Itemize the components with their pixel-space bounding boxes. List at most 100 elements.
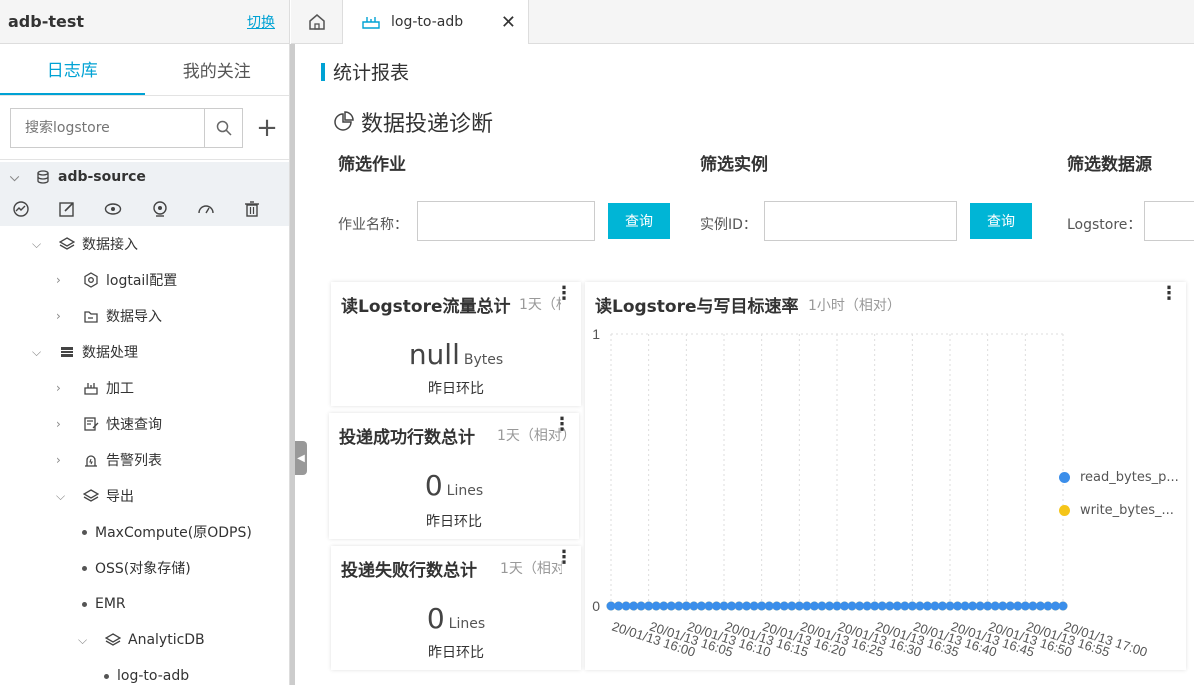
section-title-text: 统计报表 — [333, 62, 410, 84]
legend-swatch — [1059, 472, 1070, 483]
chevron-down-icon[interactable]: ⌵ — [32, 345, 46, 360]
card-compare: 昨日环比 — [428, 381, 484, 397]
tree-item-maxcompute[interactable]: MaxCompute(原ODPS) — [0, 514, 289, 550]
tree-item-oss[interactable]: OSS(对象存储) — [0, 550, 289, 586]
more-icon[interactable]: ⋮ — [555, 285, 573, 303]
layers-icon — [82, 488, 100, 504]
tree-item-logtail[interactable]: › logtail配置 — [0, 262, 289, 298]
chevron-right-icon[interactable]: › — [56, 381, 70, 395]
tree-item-label: logtail配置 — [106, 273, 178, 289]
card-title: 投递失败行数总计 — [341, 561, 477, 581]
eye-icon[interactable] — [104, 197, 150, 221]
card-value-number: null — [408, 338, 460, 371]
tree-item-data-processing[interactable]: ⌵ 数据处理 — [0, 334, 289, 370]
card-value-number: 0 — [424, 469, 443, 502]
tree-item-emr[interactable]: EMR — [0, 586, 289, 622]
dashboard-title-text: 数据投递诊断 — [361, 112, 494, 137]
section-title: 统计报表 — [321, 58, 409, 85]
tab-label: log-to-adb — [391, 14, 464, 30]
more-icon[interactable]: ⋮ — [553, 416, 571, 434]
switch-project-link[interactable]: 切换 — [247, 12, 275, 32]
project-bar: adb-test 切换 — [0, 0, 289, 44]
monitor-icon[interactable] — [12, 197, 58, 221]
search-box — [10, 107, 244, 148]
job-query-button[interactable]: 查询 — [608, 203, 670, 239]
gauge-icon[interactable] — [197, 197, 243, 221]
legend-item-write[interactable]: write_bytes_... — [1059, 503, 1174, 518]
chevron-down-icon[interactable]: ⌵ — [56, 489, 70, 504]
home-tab[interactable] — [291, 0, 343, 44]
tree-item-label: 数据处理 — [82, 345, 138, 361]
card-title: 读Logstore流量总计 — [341, 297, 511, 317]
legend-swatch — [1059, 505, 1070, 516]
bullet-icon — [82, 565, 87, 571]
rate-chart-card: 读Logstore与写目标速率 1小时（相对） ⋮ 10 20/01/13 16… — [585, 282, 1186, 670]
job-name-input[interactable] — [417, 201, 595, 241]
tab-my-favorites[interactable]: 我的关注 — [145, 44, 290, 95]
datasource-row[interactable]: ⌵ adb-source — [0, 162, 289, 192]
tree-item-label: OSS(对象存储) — [95, 561, 191, 577]
edit-icon[interactable] — [58, 197, 104, 221]
tree-item-label: AnalyticDB — [128, 632, 205, 648]
tree-item-label: 加工 — [106, 381, 134, 397]
tree-item-label: 告警列表 — [106, 453, 162, 469]
more-icon[interactable]: ⋮ — [555, 549, 573, 567]
bullet-icon — [82, 529, 87, 535]
layers-icon — [104, 632, 122, 648]
sidebar-scrollbar[interactable] — [290, 44, 295, 685]
search-input[interactable] — [11, 108, 205, 147]
instance-query-button[interactable]: 查询 — [970, 203, 1032, 239]
logstore-input[interactable] — [1144, 201, 1194, 241]
tree-item-export[interactable]: ⌵ 导出 — [0, 478, 289, 514]
settings-icon — [82, 272, 100, 288]
tree-item-data-import[interactable]: › 数据导入 — [0, 298, 289, 334]
tree-item-data-ingest[interactable]: ⌵ 数据接入 — [0, 226, 289, 262]
chevron-down-icon[interactable]: ⌵ — [78, 633, 92, 648]
card-title: 投递成功行数总计 — [339, 428, 475, 448]
search-button[interactable] — [204, 108, 242, 147]
instance-id-input[interactable] — [764, 201, 957, 241]
project-name: adb-test — [8, 12, 85, 31]
section-accent-bar — [321, 62, 325, 81]
tree-item-quick-query[interactable]: › 快速查询 — [0, 406, 289, 442]
chevron-right-icon[interactable]: › — [56, 417, 70, 431]
main-content: 统计报表 数据投递诊断 筛选作业 作业名称： 查询 筛选实例 实例ID： 查询 … — [307, 44, 1194, 685]
tab-bar: log-to-adb ✕ — [291, 0, 1194, 44]
bullet-icon — [104, 673, 109, 679]
chevron-right-icon[interactable]: › — [56, 273, 70, 287]
tree-item-analyticdb[interactable]: ⌵ AnalyticDB — [0, 622, 289, 658]
series-point — [1058, 601, 1068, 611]
pie-chart-icon — [334, 111, 354, 131]
chevron-down-icon[interactable]: ⌵ — [32, 237, 46, 252]
collapse-sidebar-handle[interactable]: ◀ — [295, 441, 307, 475]
logstore-tree: ⌵ adb-source ⌵ 数据接入 › logtail配置 › 数据导入 ⌵… — [0, 160, 289, 694]
dashboard-title: 数据投递诊断 — [333, 106, 493, 138]
trash-icon[interactable] — [243, 197, 289, 221]
search-row: + — [0, 96, 289, 160]
chevron-down-icon[interactable]: ⌵ — [10, 170, 24, 185]
card-value: 0 Lines — [329, 469, 579, 502]
chevron-right-icon[interactable]: › — [56, 453, 70, 467]
tree-item-label: MaxCompute(原ODPS) — [95, 525, 252, 541]
card-value: 0 Lines — [331, 602, 581, 635]
filter-source-title: 筛选数据源 — [1067, 155, 1152, 175]
logstore-label: Logstore： — [1067, 217, 1142, 233]
search-icon — [216, 120, 232, 136]
card-compare: 昨日环比 — [426, 514, 482, 530]
legend-item-read[interactable]: read_bytes_p... — [1059, 470, 1179, 485]
tree-item-label: 导出 — [106, 489, 134, 505]
chevron-right-icon[interactable]: › — [56, 309, 70, 323]
stat-card-success-rows: 投递成功行数总计 1天（相对） ⋮ 0 Lines 昨日环比 — [329, 413, 579, 539]
location-icon[interactable] — [151, 197, 197, 221]
tab-logstores[interactable]: 日志库 — [0, 44, 145, 95]
close-icon[interactable]: ✕ — [501, 12, 516, 33]
tree-item-log-to-adb[interactable]: log-to-adb — [0, 658, 289, 694]
filter-instance-title: 筛选实例 — [700, 155, 768, 175]
layers-icon — [58, 236, 76, 252]
bullet-icon — [82, 601, 87, 607]
import-icon — [82, 308, 100, 324]
tree-item-process[interactable]: › 加工 — [0, 370, 289, 406]
add-logstore-button[interactable]: + — [255, 115, 279, 141]
tree-item-alert-list[interactable]: › 告警列表 — [0, 442, 289, 478]
tab-log-to-adb[interactable]: log-to-adb ✕ — [343, 0, 529, 44]
